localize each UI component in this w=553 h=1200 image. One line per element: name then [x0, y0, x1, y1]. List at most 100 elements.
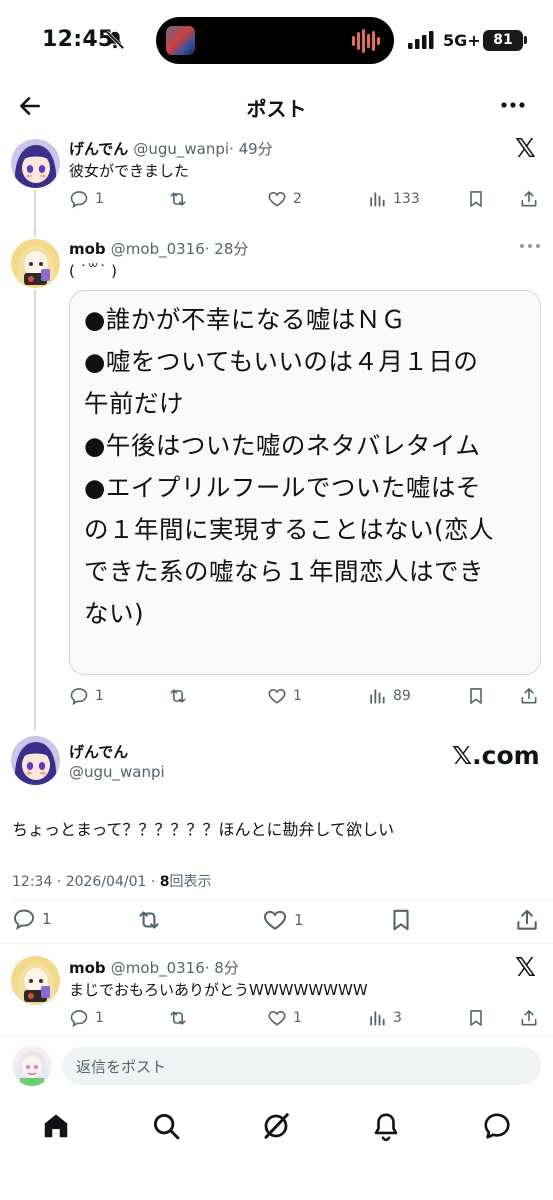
views-button[interactable]: 89: [367, 686, 411, 706]
bookmark-icon[interactable]: [466, 686, 486, 706]
image-text-line: ●午後はついた嘘のネタバレタイム: [84, 431, 481, 460]
anime-avatar-pink: [12, 1046, 52, 1086]
tweet-header: げんでん @ugu_wanpi· 49分: [69, 138, 273, 159]
reply-button[interactable]: 1: [69, 189, 104, 209]
heart-icon: [268, 1010, 286, 1026]
bookmark-icon[interactable]: [466, 1008, 486, 1028]
views-count: 3: [393, 1010, 402, 1026]
views-button[interactable]: 3: [367, 1008, 402, 1028]
like-count: 1: [293, 688, 302, 704]
audio-waveform-icon: [352, 29, 380, 53]
display-name[interactable]: mob: [69, 240, 106, 258]
avatar[interactable]: [11, 956, 60, 1005]
anime-avatar-blonde: [11, 956, 60, 1005]
bookmark-icon[interactable]: [388, 907, 414, 933]
home-icon[interactable]: [41, 1111, 71, 1141]
messages-icon[interactable]: [482, 1111, 512, 1141]
reply-button[interactable]: 1: [12, 907, 52, 931]
avatar[interactable]: [11, 736, 60, 785]
views-chart-icon: [370, 192, 385, 207]
share-icon[interactable]: [514, 907, 540, 933]
image-text-line: の１年間に実現することはない(恋人: [84, 515, 495, 544]
tweet-meta: 12:34 · 2026/04/01 · 8回表示: [12, 871, 212, 891]
x-logo-icon: 𝕏: [515, 953, 536, 983]
handle[interactable]: @ugu_wanpi: [133, 140, 229, 158]
retweet-button[interactable]: [168, 189, 188, 209]
avatar[interactable]: [11, 239, 60, 288]
reply-icon: [70, 191, 88, 209]
views-button[interactable]: 133: [367, 189, 420, 209]
tweet-text: ちょっとまって？？？？？？ほんとに勘弁して欲しい: [12, 820, 395, 839]
page-title: ポスト: [246, 97, 307, 121]
retweet-icon: [170, 689, 186, 703]
image-text-line: できた系の嘘なら１年間恋人はでき: [84, 557, 484, 586]
dynamic-island[interactable]: [156, 17, 394, 64]
views-chart-icon: [370, 1011, 385, 1026]
anime-avatar-purple-hair: [11, 736, 60, 785]
heart-icon: [268, 688, 286, 704]
heart-icon: [268, 191, 286, 207]
view-count: 8: [159, 874, 170, 890]
like-button[interactable]: 1: [267, 686, 302, 706]
grok-icon[interactable]: [261, 1111, 291, 1141]
handle[interactable]: @mob_0316: [111, 959, 205, 977]
image-text-line: ●嘘をついてもいいのは４月１日の: [84, 347, 479, 376]
anime-avatar-purple-hair: [11, 139, 60, 188]
timestamp[interactable]: · 28分: [205, 240, 249, 258]
retweet-icon[interactable]: [168, 1008, 188, 1028]
reply-button[interactable]: 1: [69, 686, 104, 706]
status-time: 12:45: [42, 27, 114, 52]
battery-level: 81: [483, 30, 523, 51]
tweet-header: mob @mob_0316· 28分: [69, 238, 248, 259]
anime-avatar-blonde: [11, 239, 60, 288]
display-name[interactable]: げんでん: [69, 140, 128, 158]
reply-count: 1: [42, 910, 52, 928]
like-button[interactable]: 2: [267, 189, 302, 209]
reply-placeholder: 返信をポスト: [76, 1058, 167, 1076]
battery-tip: [524, 36, 527, 44]
views-count: 133: [393, 191, 420, 207]
image-text-line: ●誰かが不幸になる嘘はＮＧ: [84, 305, 406, 334]
more-options-icon[interactable]: [519, 241, 541, 251]
share-icon[interactable]: [519, 1008, 539, 1028]
notifications-bell-icon[interactable]: [371, 1111, 401, 1141]
attached-image[interactable]: ●誰かが不幸になる嘘はＮＧ ●嘘をついてもいいのは４月１日の 午前だけ ●午後は…: [69, 290, 541, 675]
view-count-label: 回表示: [169, 874, 212, 890]
reply-input[interactable]: 返信をポスト: [62, 1047, 541, 1085]
avatar[interactable]: [11, 139, 60, 188]
handle[interactable]: @mob_0316: [111, 240, 205, 258]
bookmark-icon[interactable]: [466, 189, 486, 209]
display-name[interactable]: げんでん: [69, 741, 128, 762]
tweet-header: mob @mob_0316· 8分: [69, 957, 239, 978]
cellular-signal-icon: [408, 31, 434, 49]
retweet-button[interactable]: [168, 686, 188, 706]
x-logo-icon: 𝕏: [515, 134, 536, 164]
divider: [0, 943, 553, 944]
share-icon[interactable]: [519, 686, 539, 706]
tweet-text: ( ˙꒳​˙ ): [69, 262, 117, 280]
network-type: 5G+: [443, 31, 481, 50]
like-button[interactable]: 1: [262, 907, 304, 933]
search-icon[interactable]: [151, 1111, 181, 1141]
image-text-line: ない): [84, 599, 145, 628]
now-playing-artwork: [166, 26, 195, 55]
like-count: 1: [293, 1010, 302, 1026]
post-datetime[interactable]: 12:34 · 2026/04/01 ·: [12, 874, 160, 890]
thread-connector: [34, 190, 36, 236]
display-name[interactable]: mob: [69, 959, 106, 977]
views-chart-icon: [370, 689, 385, 704]
my-avatar[interactable]: [12, 1046, 52, 1086]
timestamp[interactable]: · 49分: [229, 140, 273, 158]
x-com-logo: 𝕏.com: [452, 741, 540, 770]
like-button[interactable]: 1: [267, 1008, 302, 1028]
bell-muted-icon: [105, 30, 125, 50]
share-icon[interactable]: [519, 189, 539, 209]
like-count: 2: [293, 191, 302, 207]
tweet-text: まじでおもろいありがとうWWWWWWWW: [69, 981, 368, 999]
more-options-icon[interactable]: [500, 95, 526, 115]
handle[interactable]: @ugu_wanpi: [69, 763, 165, 781]
retweet-icon[interactable]: [136, 907, 162, 933]
reply-button[interactable]: 1: [69, 1008, 104, 1028]
thread-connector: [34, 290, 36, 730]
timestamp[interactable]: · 8分: [205, 959, 239, 977]
